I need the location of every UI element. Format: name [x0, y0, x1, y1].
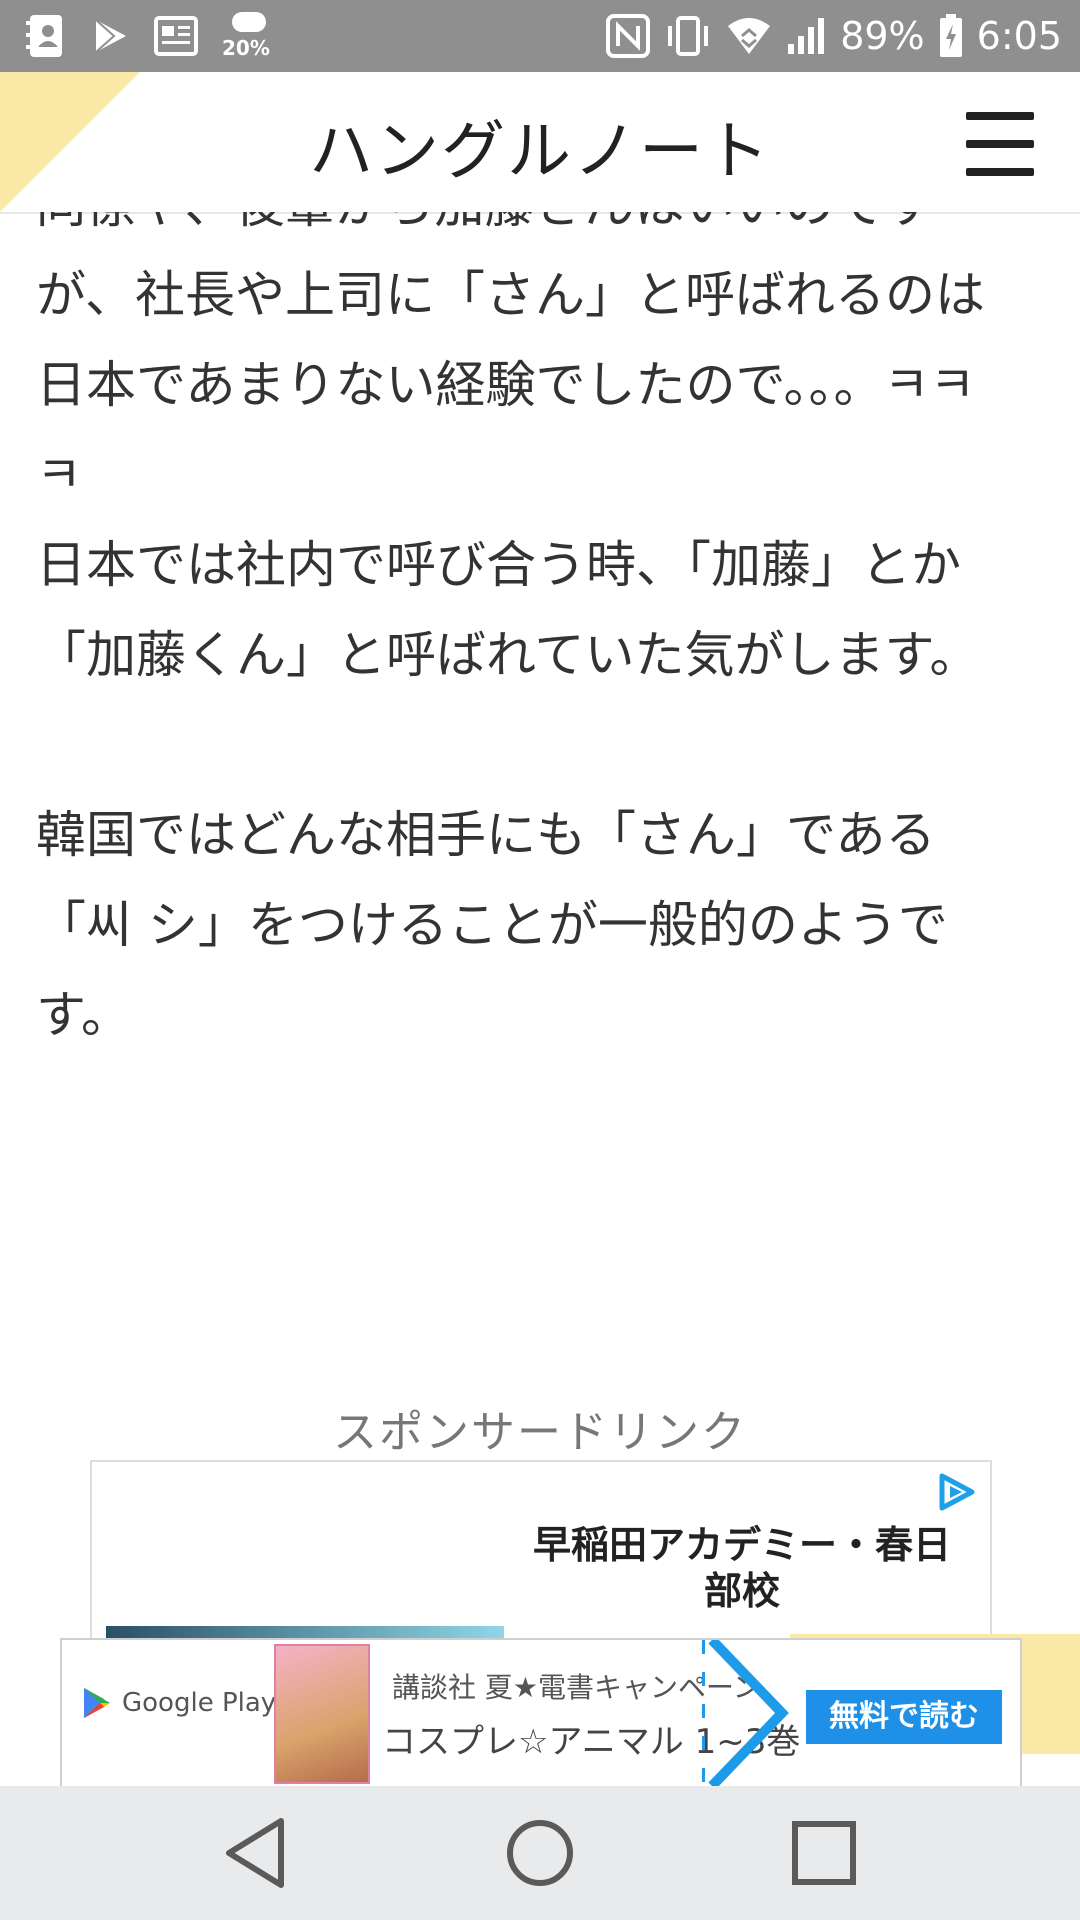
recents-button[interactable] — [724, 1786, 924, 1920]
clock: 6:05 — [976, 14, 1062, 58]
sponsored-link-label: スポンサードリンク — [333, 1407, 747, 1458]
back-icon — [226, 1818, 284, 1888]
signal-icon — [788, 18, 825, 54]
nfc-icon — [606, 14, 651, 58]
read-free-button[interactable]: 無料で読む — [806, 1690, 1002, 1744]
google-play-label: Google Play — [122, 1688, 277, 1718]
play-store-icon — [95, 19, 126, 53]
home-button[interactable] — [440, 1786, 640, 1920]
manga-cover-image — [274, 1644, 370, 1784]
hamburger-menu-icon[interactable] — [966, 110, 1034, 178]
ad-title[interactable]: 早稲田アカデミー・春日部校 — [522, 1522, 962, 1614]
banner-ad[interactable]: Google Play 講談社 夏★電書キャンペーン コスプレ☆アニマル 1~3… — [60, 1638, 1022, 1788]
recents-icon — [792, 1821, 856, 1885]
status-bar: 20% 89% 6:05 — [0, 0, 1080, 72]
google-play-logo: Google Play — [82, 1686, 276, 1720]
weather-icon: 20% — [222, 10, 272, 62]
article-paragraph-2: 日本では社内で呼び合う時、「加藤」とか「加藤くん」と呼ばれていた気がします。 — [36, 536, 980, 684]
weather-percent: 20% — [222, 36, 270, 60]
site-title[interactable]: ハングルノート — [0, 100, 1080, 192]
system-icons: 89% 6:05 — [606, 10, 1062, 62]
news-icon — [154, 16, 198, 56]
navigation-bar — [0, 1786, 1080, 1920]
adchoices-icon[interactable] — [936, 1472, 976, 1512]
wifi-icon — [728, 18, 771, 54]
notification-icons: 20% — [26, 10, 272, 62]
site-header: ハングルノート — [0, 72, 1080, 214]
back-button[interactable] — [156, 1786, 356, 1920]
battery-icon — [939, 14, 962, 57]
vibrate-icon — [668, 16, 709, 56]
google-play-icon — [84, 1688, 110, 1718]
article-paragraph-1: 同僚や、後輩から加藤さんはいいのですが、社長や上司に「さん」と呼ばれるのは日本で… — [36, 212, 985, 504]
article-paragraph-3: 韓国ではどんな相手にも「さん」である「씨 シ」をつけることが一般的のようです。 — [36, 806, 948, 1044]
ad-card[interactable]: 早稲田アカデミー・春日部校 — [90, 1460, 992, 1644]
contacts-icon — [26, 15, 62, 57]
home-icon — [507, 1820, 573, 1886]
battery-percent: 89% — [840, 14, 925, 58]
